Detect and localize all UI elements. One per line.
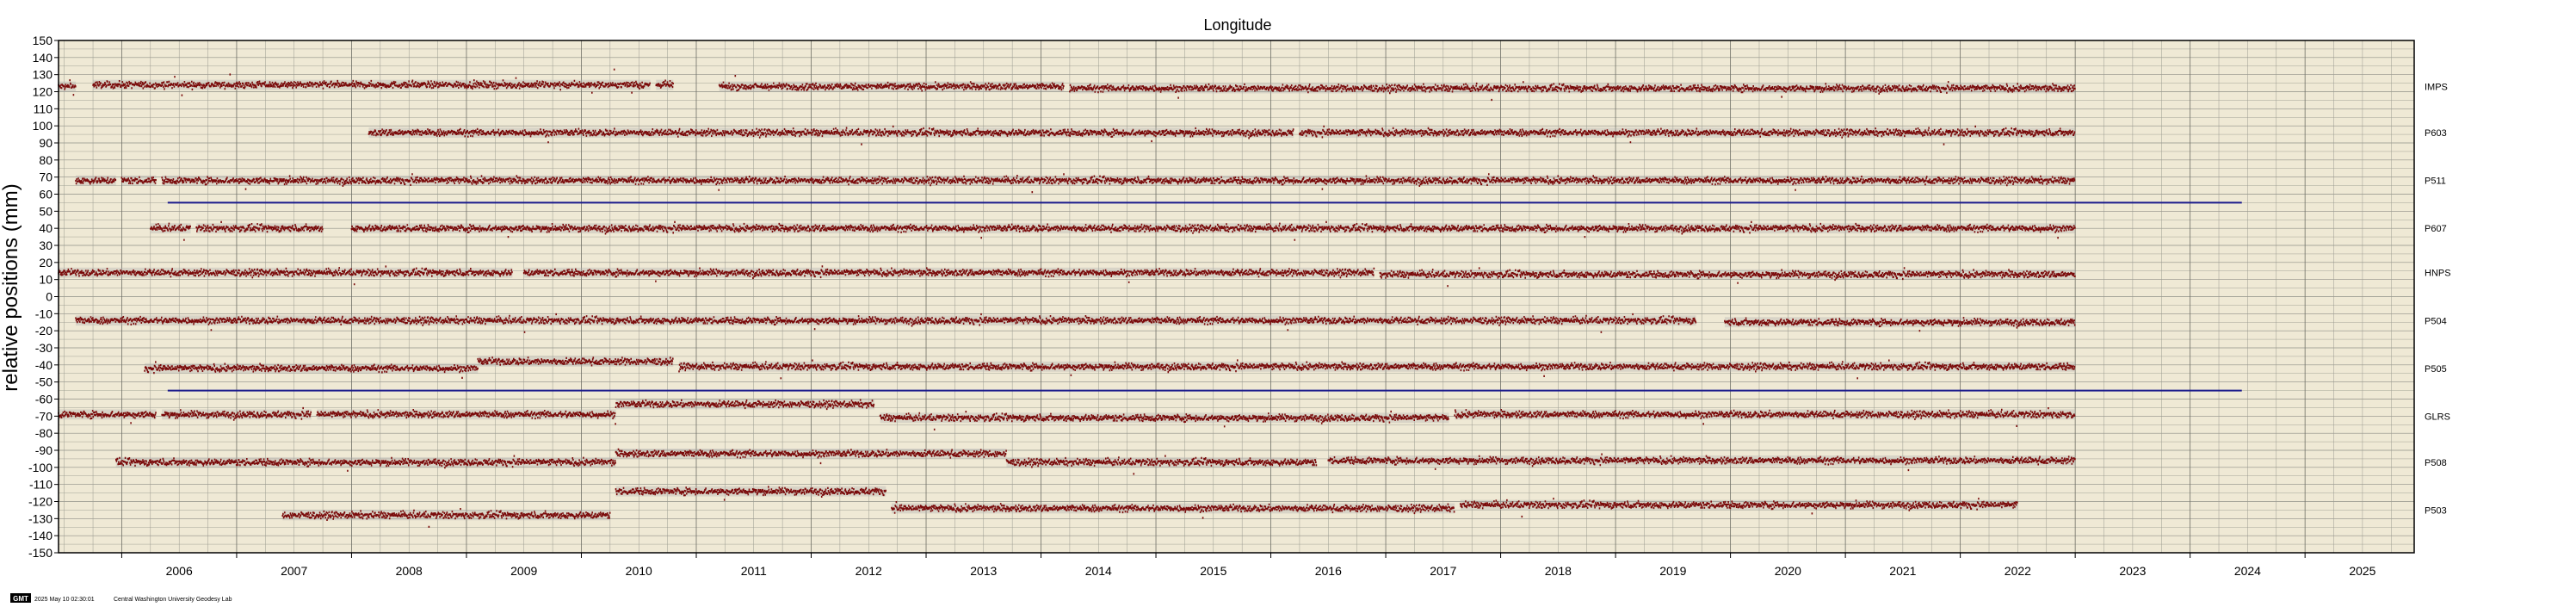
y-tick-label: -110 — [29, 478, 53, 492]
x-tick-label: 2012 — [856, 564, 882, 578]
x-tick-label: 2021 — [1889, 564, 1916, 578]
y-tick-label: 120 — [33, 85, 53, 99]
y-axis-label: relative positions (mm) — [0, 183, 22, 391]
station-labels: IMPS P603 P511 P607 HNPS P504 P505 GLRS P508 P503 — [2425, 83, 2451, 517]
y-tick-label: -20 — [35, 324, 53, 338]
y-tick-label: 70 — [39, 170, 53, 184]
y-tick-label: -50 — [35, 375, 53, 389]
x-tick-label: 2020 — [1775, 564, 1801, 578]
x-tick-label: 2009 — [510, 564, 537, 578]
y-tick-label: 30 — [39, 238, 53, 252]
y-tick-label: 150 — [33, 34, 53, 47]
x-tick-label: 2015 — [1200, 564, 1226, 578]
x-tick-label: 2017 — [1430, 564, 1456, 578]
y-tick-label: -130 — [28, 511, 53, 525]
x-tick-label: 2006 — [166, 564, 193, 578]
station-label: GLRS — [2425, 412, 2450, 422]
y-tick-label: -60 — [35, 393, 53, 406]
station-label: P508 — [2425, 458, 2447, 468]
x-tick-label: 2007 — [281, 564, 307, 578]
y-tick-label: 40 — [39, 221, 53, 235]
x-tick-label: 2013 — [970, 564, 997, 578]
x-tick-label: 2025 — [2349, 564, 2375, 578]
y-tick-label: 20 — [39, 256, 53, 269]
y-tick-label: -70 — [35, 409, 53, 423]
y-tick-label: 90 — [39, 136, 53, 150]
y-tick-label: -120 — [28, 495, 53, 509]
x-tick-label: 2018 — [1545, 564, 1572, 578]
gmt-badge-label: GMT — [13, 595, 28, 603]
x-axis: 2006 2007 2008 2009 2010 2011 2012 2013 2014 2015… — [120, 553, 2376, 578]
footer-timestamp: 2025 May 10 02:30:01 — [34, 597, 95, 603]
x-tick-label: 2024 — [2234, 564, 2261, 578]
y-tick-label: 60 — [39, 188, 53, 201]
x-tick-label: 2019 — [1659, 564, 1686, 578]
y-tick-label: -100 — [28, 461, 53, 474]
station-label: P504 — [2425, 316, 2447, 326]
y-tick-label: 50 — [39, 204, 53, 218]
y-tick-label: 140 — [33, 51, 53, 65]
station-label: P607 — [2425, 224, 2447, 234]
x-tick-label: 2010 — [626, 564, 652, 578]
y-tick-label: 130 — [33, 68, 53, 82]
station-label: P511 — [2425, 177, 2446, 187]
y-tick-label: -40 — [35, 358, 53, 372]
grid-lines — [59, 40, 2414, 554]
y-tick-label: -90 — [35, 443, 53, 457]
x-tick-label: 2008 — [396, 564, 423, 578]
y-tick-label: -30 — [35, 341, 53, 355]
y-tick-label: 110 — [34, 102, 53, 115]
y-axis: 1501401301201101009080706050403020100-10… — [28, 34, 59, 560]
x-tick-label: 2014 — [1085, 564, 1112, 578]
y-tick-label: -10 — [35, 307, 53, 320]
footer: GMT 2025 May 10 02:30:01 Central Washing… — [10, 593, 232, 603]
y-tick-label: 0 — [46, 290, 53, 304]
x-tick-label: 2011 — [741, 564, 767, 578]
station-label: P503 — [2425, 505, 2447, 516]
y-tick-label: -150 — [28, 546, 53, 560]
y-tick-label: 80 — [39, 153, 53, 167]
chart-title: Longitude — [1203, 16, 1271, 34]
y-tick-label: 10 — [39, 273, 53, 287]
y-tick-label: -80 — [35, 426, 53, 440]
y-tick-label: 100 — [33, 119, 53, 133]
x-tick-label: 2022 — [2005, 564, 2031, 578]
x-tick-label: 2023 — [2119, 564, 2146, 578]
station-label: HNPS — [2425, 269, 2451, 279]
station-label: P505 — [2425, 364, 2447, 375]
station-label: IMPS — [2425, 83, 2448, 93]
longitude-chart: 1501401301201101009080706050403020100-10… — [0, 16, 2451, 603]
y-tick-label: -140 — [28, 529, 53, 542]
footer-credit: Central Washington University Geodesy La… — [114, 597, 232, 603]
x-tick-label: 2016 — [1315, 564, 1342, 578]
station-label: P603 — [2425, 128, 2447, 139]
